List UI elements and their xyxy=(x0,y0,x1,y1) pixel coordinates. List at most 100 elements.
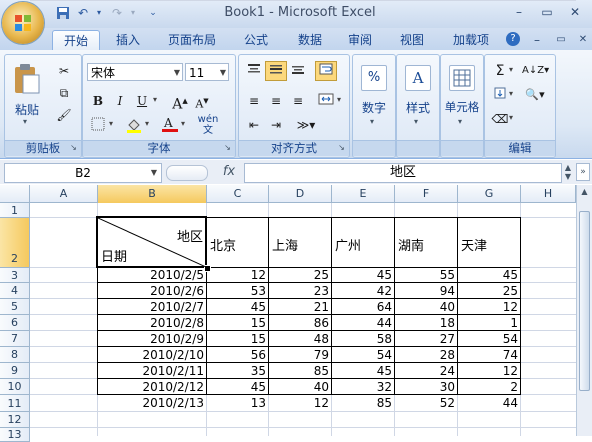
name-box-dropdown-icon[interactable]: ▼ xyxy=(151,164,157,182)
value-cell[interactable]: 12 xyxy=(458,363,518,379)
column-header-g[interactable]: G xyxy=(458,185,521,203)
value-cell[interactable]: 45 xyxy=(207,299,266,315)
cut-icon[interactable]: ✂ xyxy=(53,61,75,81)
merge-center-icon[interactable] xyxy=(315,91,337,111)
redo-dropdown-icon[interactable]: ▾ xyxy=(126,6,140,20)
value-cell[interactable]: 44 xyxy=(332,315,392,331)
copy-icon[interactable]: ⧉ xyxy=(53,83,75,103)
row-header-4[interactable]: 4 xyxy=(0,283,30,299)
value-cell[interactable]: 85 xyxy=(332,395,392,412)
value-cell[interactable]: 27 xyxy=(395,331,455,347)
value-cell[interactable]: 12 xyxy=(458,299,518,315)
row-header-6[interactable]: 6 xyxy=(0,315,30,331)
value-cell[interactable]: 79 xyxy=(269,347,329,363)
value-cell[interactable]: 58 xyxy=(332,331,392,347)
italic-icon[interactable]: I xyxy=(109,91,131,111)
expand-formula-bar-icon[interactable]: » xyxy=(576,163,590,181)
ribbon-restore-icon[interactable]: ▭ xyxy=(552,32,570,48)
orientation-icon[interactable]: ≫▾ xyxy=(291,115,321,135)
tab-home[interactable]: 开始 xyxy=(52,30,100,51)
value-cell[interactable]: 12 xyxy=(207,268,266,283)
align-right-icon[interactable]: ≡ xyxy=(287,91,309,111)
align-center-icon[interactable]: ≡ xyxy=(265,91,287,111)
row-header-10[interactable]: 10 xyxy=(0,379,30,395)
name-box[interactable]: B2 ▼ xyxy=(4,163,162,183)
font-launcher-icon[interactable]: ↘ xyxy=(223,143,232,152)
value-cell[interactable]: 21 xyxy=(269,299,329,315)
sort-filter-icon[interactable]: A↓Z▾ xyxy=(521,61,549,81)
autosum-dropdown-icon[interactable]: ▾ xyxy=(509,65,513,74)
find-select-icon[interactable]: 🔍▾ xyxy=(521,85,549,105)
value-cell[interactable]: 48 xyxy=(269,331,329,347)
align-middle-icon[interactable] xyxy=(265,61,287,81)
value-cell[interactable]: 42 xyxy=(332,283,392,299)
value-cell[interactable]: 85 xyxy=(269,363,329,379)
date-cell[interactable]: 2010/2/6 xyxy=(98,283,204,299)
date-cell[interactable]: 2010/2/5 xyxy=(98,268,204,283)
decrease-indent-icon[interactable]: ⇤ xyxy=(243,115,265,135)
value-cell[interactable]: 28 xyxy=(395,347,455,363)
value-cell[interactable]: 30 xyxy=(395,379,455,395)
borders-dropdown-icon[interactable]: ▾ xyxy=(109,119,113,128)
value-cell[interactable]: 40 xyxy=(395,299,455,315)
row-header-3[interactable]: 3 xyxy=(0,268,30,283)
office-button[interactable] xyxy=(2,2,44,44)
fill-color-dropdown-icon[interactable]: ▾ xyxy=(145,119,149,128)
align-top-icon[interactable] xyxy=(243,61,265,81)
formula-scroll-icon[interactable]: ▲ ▼ xyxy=(562,163,574,181)
column-header-f[interactable]: F xyxy=(395,185,458,203)
redo-icon[interactable]: ↷ xyxy=(110,6,124,20)
row-header-13[interactable]: 13 xyxy=(0,428,30,442)
font-color-icon[interactable]: A xyxy=(159,115,181,135)
clear-icon[interactable]: ⌫ xyxy=(489,109,511,129)
tab-insert[interactable]: 插入 xyxy=(108,30,148,50)
value-cell[interactable]: 13 xyxy=(207,395,266,412)
tab-view[interactable]: 视图 xyxy=(392,30,432,50)
ribbon-close-icon[interactable]: ✕ xyxy=(574,32,592,48)
formula-input[interactable]: 地区 xyxy=(244,163,562,183)
undo-icon[interactable]: ↶ xyxy=(76,6,90,20)
column-header-h[interactable]: H xyxy=(521,185,576,203)
bold-icon[interactable]: B xyxy=(87,91,109,111)
value-cell[interactable]: 25 xyxy=(458,283,518,299)
autosum-icon[interactable]: Σ xyxy=(489,61,511,81)
column-header-c[interactable]: C xyxy=(207,185,269,203)
paste-button[interactable]: 粘贴 ▾ xyxy=(9,59,45,129)
column-header-d[interactable]: D xyxy=(269,185,332,203)
date-cell[interactable]: 2010/2/7 xyxy=(98,299,204,315)
value-cell[interactable]: 53 xyxy=(207,283,266,299)
row-header-12[interactable]: 12 xyxy=(0,412,30,428)
value-cell[interactable]: 40 xyxy=(269,379,329,395)
ribbon-minimize-icon[interactable]: – xyxy=(528,32,546,48)
column-header-e[interactable]: E xyxy=(332,185,395,203)
restore-icon[interactable]: ▭ xyxy=(538,4,556,20)
date-cell[interactable]: 2010/2/10 xyxy=(98,347,204,363)
value-cell[interactable]: 55 xyxy=(395,268,455,283)
value-cell[interactable]: 52 xyxy=(395,395,455,412)
date-cell[interactable]: 2010/2/13 xyxy=(98,395,204,412)
value-cell[interactable]: 1 xyxy=(458,315,518,331)
scroll-up-icon[interactable]: ▲ xyxy=(579,187,590,197)
underline-icon[interactable]: U xyxy=(131,91,153,111)
tab-formulas[interactable]: 公式 xyxy=(236,30,276,50)
value-cell[interactable]: 24 xyxy=(395,363,455,379)
value-cell[interactable]: 25 xyxy=(269,268,329,283)
format-painter-icon[interactable]: 🖌 xyxy=(53,105,75,125)
insert-function-icon[interactable]: fx xyxy=(216,163,242,181)
value-cell[interactable]: 94 xyxy=(395,283,455,299)
row-header-2[interactable]: 2 xyxy=(0,218,30,268)
date-cell[interactable]: 2010/2/12 xyxy=(98,379,204,395)
value-cell[interactable]: 64 xyxy=(332,299,392,315)
date-cell[interactable]: 2010/2/8 xyxy=(98,315,204,331)
value-cell[interactable]: 45 xyxy=(332,268,392,283)
value-cell[interactable]: 45 xyxy=(207,379,266,395)
fill-color-icon[interactable] xyxy=(123,115,145,135)
align-bottom-icon[interactable] xyxy=(287,61,309,81)
undo-dropdown-icon[interactable]: ▾ xyxy=(92,6,106,20)
select-all-corner[interactable] xyxy=(0,185,30,203)
alignment-launcher-icon[interactable]: ↘ xyxy=(337,143,346,152)
row-header-9[interactable]: 9 xyxy=(0,363,30,379)
value-cell[interactable]: 56 xyxy=(207,347,266,363)
date-cell[interactable]: 2010/2/11 xyxy=(98,363,204,379)
fill-dropdown-icon[interactable]: ▾ xyxy=(509,89,513,98)
